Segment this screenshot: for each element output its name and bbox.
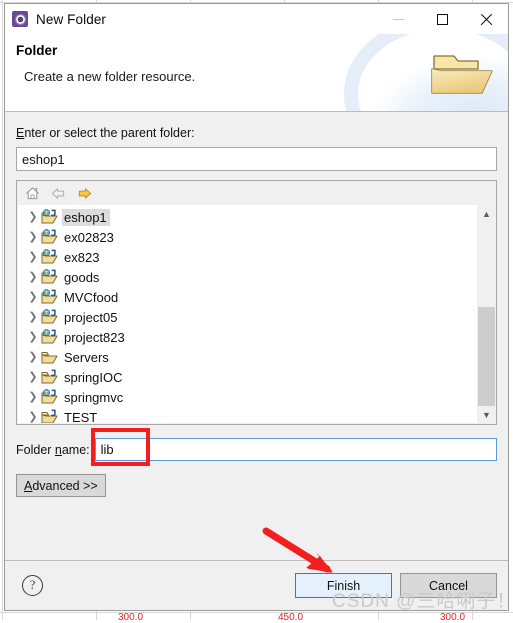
- folder-tree-panel: ❯ eshop1 ❯ ex02823 ❯ ex823 ❯ goods ❯ MVC…: [16, 180, 497, 425]
- chevron-right-icon[interactable]: ❯: [26, 331, 40, 343]
- chevron-right-icon[interactable]: ❯: [26, 231, 40, 243]
- tree-row[interactable]: ❯ project05: [18, 307, 477, 327]
- window-controls: [376, 4, 508, 34]
- tree-item-label: eshop1: [62, 208, 110, 226]
- chevron-right-icon[interactable]: ❯: [26, 351, 40, 363]
- chevron-right-icon[interactable]: ❯: [26, 371, 40, 383]
- parent-folder-label: Enter or select the parent folder:: [16, 126, 497, 140]
- chevron-right-icon[interactable]: ❯: [26, 291, 40, 303]
- web-project-folder-icon: [40, 309, 58, 325]
- tree-row[interactable]: ❯ eshop1: [18, 207, 477, 227]
- tree-row[interactable]: ❯ MVCfood: [18, 287, 477, 307]
- web-project-folder-icon: [40, 389, 58, 405]
- finish-button[interactable]: Finish: [295, 573, 392, 598]
- folder-name-input[interactable]: lib: [94, 438, 497, 461]
- tree-item-label: ex02823: [64, 229, 114, 245]
- tree-vertical-scrollbar[interactable]: ▲ ▼: [477, 205, 495, 423]
- tree-row[interactable]: ❯ ex823: [18, 247, 477, 267]
- advanced-button[interactable]: Advanced >>: [16, 474, 106, 497]
- tree-item-label: TEST: [64, 409, 98, 424]
- help-glyph: ?: [29, 578, 36, 592]
- web-project-folder-icon: [40, 269, 58, 285]
- finish-button-label: Finish: [326, 578, 361, 593]
- close-button[interactable]: [464, 4, 508, 34]
- tree-toolbar: [17, 181, 496, 205]
- banner-title: Folder: [16, 43, 58, 58]
- java-project-folder-icon: [40, 409, 58, 423]
- tree-item-label: Servers: [64, 349, 109, 365]
- eclipse-icon: [12, 11, 28, 27]
- tree-item-label: project823: [64, 329, 125, 345]
- close-icon: [480, 13, 493, 26]
- tree-scroll-area: ❯ eshop1 ❯ ex02823 ❯ ex823 ❯ goods ❯ MVC…: [18, 205, 495, 423]
- tree-item-label: springmvc: [64, 389, 124, 405]
- web-project-folder-icon: [40, 289, 58, 305]
- tree-row[interactable]: ❯ TEST: [18, 407, 477, 423]
- dialog-title: New Folder: [36, 11, 107, 27]
- advanced-button-label: Advanced >>: [24, 478, 98, 493]
- tree-row[interactable]: ❯ ex02823: [18, 227, 477, 247]
- tree-item-label: ex823: [64, 249, 100, 265]
- scroll-down-icon[interactable]: ▼: [478, 406, 495, 423]
- chevron-right-icon[interactable]: ❯: [26, 211, 40, 223]
- dialog-titlebar[interactable]: New Folder: [5, 4, 508, 34]
- parent-folder-input[interactable]: eshop1: [16, 147, 497, 171]
- tree-item-label: springIOC: [64, 369, 123, 385]
- chevron-right-icon[interactable]: ❯: [26, 271, 40, 283]
- maximize-icon: [436, 13, 448, 25]
- tree-row[interactable]: ❯ project823: [18, 327, 477, 347]
- tree-item-label: project05: [64, 309, 118, 325]
- chevron-right-icon[interactable]: ❯: [26, 311, 40, 323]
- folder-name-row: Folder name: lib: [16, 438, 497, 461]
- tree-row[interactable]: ❯ goods: [18, 267, 477, 287]
- folder-tree-list[interactable]: ❯ eshop1 ❯ ex02823 ❯ ex823 ❯ goods ❯ MVC…: [18, 205, 477, 423]
- scrollbar-thumb[interactable]: [478, 306, 495, 406]
- tree-row[interactable]: ❯ springmvc: [18, 387, 477, 407]
- chevron-right-icon[interactable]: ❯: [26, 411, 40, 423]
- folder-name-label-mnemonic: n: [54, 442, 62, 457]
- new-folder-dialog: New Folder Folder Create a new folder re…: [4, 3, 509, 611]
- open-folder-icon: [428, 51, 494, 99]
- chevron-right-icon[interactable]: ❯: [26, 391, 40, 403]
- web-project-folder-icon: [40, 209, 58, 225]
- java-project-folder-icon: [40, 369, 58, 385]
- minimize-icon: [392, 18, 404, 20]
- tree-item-label: MVCfood: [64, 289, 119, 305]
- parent-folder-label-rest: nter or select the parent folder:: [24, 126, 195, 140]
- banner-description: Create a new folder resource.: [24, 69, 196, 84]
- home-icon[interactable]: [23, 184, 42, 202]
- cancel-button[interactable]: Cancel: [400, 573, 497, 598]
- folder-name-label: Folder name:: [16, 442, 90, 457]
- backdrop-number: 450.0: [278, 612, 304, 623]
- dialog-body: Enter or select the parent folder: eshop…: [5, 112, 508, 560]
- parent-folder-value: eshop1: [22, 151, 65, 167]
- plain-folder-icon: [40, 349, 58, 365]
- maximize-button[interactable]: [420, 4, 464, 34]
- tree-item-label: goods: [64, 269, 100, 285]
- help-icon[interactable]: ?: [22, 575, 43, 596]
- tree-row[interactable]: ❯ springIOC: [18, 367, 477, 387]
- minimize-button[interactable]: [376, 4, 420, 34]
- dialog-footer: ? Finish Cancel: [5, 561, 508, 610]
- dialog-banner: Folder Create a new folder resource.: [5, 34, 508, 112]
- web-project-folder-icon: [40, 249, 58, 265]
- cancel-button-label: Cancel: [429, 578, 468, 593]
- chevron-right-icon[interactable]: ❯: [26, 251, 40, 263]
- forward-arrow-icon[interactable]: [75, 184, 94, 202]
- scrollbar-track[interactable]: [478, 222, 495, 406]
- backdrop-number: 300.0: [440, 612, 466, 623]
- scroll-up-icon[interactable]: ▲: [478, 205, 495, 222]
- tree-row[interactable]: ❯ Servers: [18, 347, 477, 367]
- folder-name-value: lib: [100, 442, 114, 457]
- backdrop-number: 300.0: [118, 612, 144, 623]
- backdrop-gridline: [2, 0, 3, 620]
- back-arrow-icon[interactable]: [49, 184, 68, 202]
- backdrop-gridline: [0, 612, 513, 613]
- web-project-folder-icon: [40, 229, 58, 245]
- web-project-folder-icon: [40, 329, 58, 345]
